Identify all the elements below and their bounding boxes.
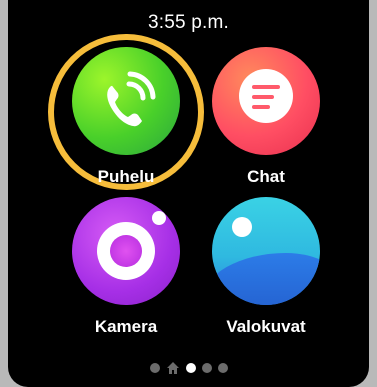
app-photos[interactable]: Valokuvat [196, 197, 336, 377]
app-label-photos: Valokuvat [226, 317, 306, 336]
page-dot[interactable] [149, 363, 160, 373]
app-label-camera: Kamera [94, 317, 158, 336]
wave-shape [212, 253, 320, 305]
page-dot[interactable] [217, 363, 228, 373]
watch-screen: 3:55 p.m. Puhelu Chat Kamera Valokuvat [8, 0, 369, 387]
chat-icon [212, 47, 320, 155]
home-icon[interactable] [166, 361, 180, 375]
camera-flash-dot [152, 211, 166, 225]
app-camera[interactable]: Kamera [56, 197, 196, 377]
camera-icon [72, 197, 180, 305]
sun-icon [232, 217, 252, 237]
chat-lines [252, 85, 280, 115]
app-label-phone: Puhelu [97, 167, 155, 186]
status-time: 3:55 p.m. [147, 12, 229, 33]
page-indicator[interactable] [8, 361, 369, 375]
app-label-chat: Chat [247, 167, 285, 186]
page-dot-active[interactable] [185, 363, 196, 373]
phone-icon [72, 47, 180, 155]
camera-lens [110, 235, 142, 267]
photos-icon [212, 197, 320, 305]
page-dot[interactable] [201, 363, 212, 373]
